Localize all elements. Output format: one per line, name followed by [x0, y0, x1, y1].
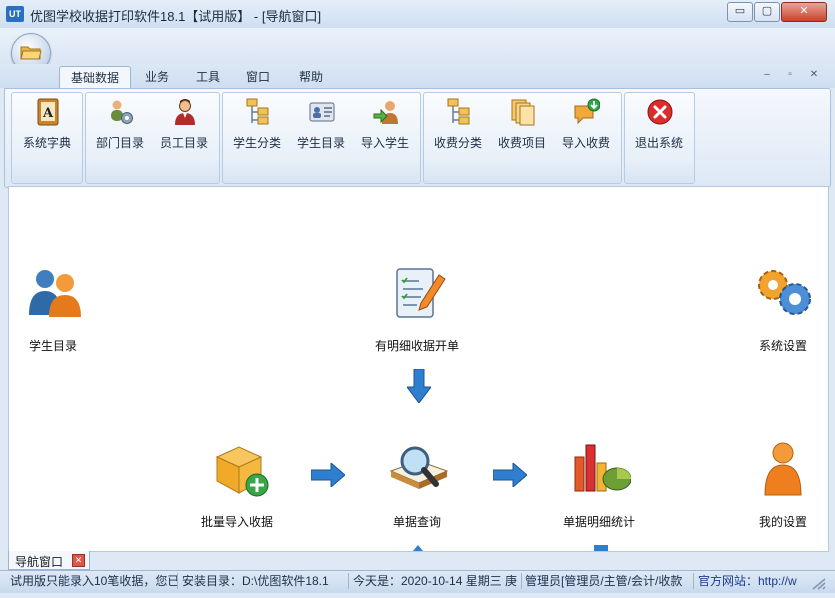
- fee-item-icon: [511, 99, 535, 126]
- status-user: 管理员[管理员/主管/会计/收款: [523, 573, 694, 589]
- tab-window[interactable]: 窗口: [238, 66, 278, 88]
- import-fee-icon: [574, 98, 600, 125]
- box-add-icon: [215, 446, 269, 497]
- import-students-button[interactable]: 导入学生: [354, 96, 416, 156]
- nav-label: 我的设置: [759, 515, 808, 529]
- tab-tools[interactable]: 工具: [188, 66, 228, 88]
- open-folder-icon: [20, 46, 42, 60]
- button-label: 系统字典: [22, 136, 71, 150]
- status-install-dir: 安装目录：D:\优图软件18.1: [180, 573, 349, 589]
- tab-basic-data[interactable]: 基础数据: [59, 66, 131, 89]
- department-icon: [111, 100, 133, 124]
- flow-arrow-up-icon: [413, 545, 423, 551]
- system-dictionary-button[interactable]: A 系统字典: [16, 96, 78, 156]
- flow-arrow-down-icon: [407, 369, 431, 403]
- import-student-icon: [373, 101, 398, 124]
- app-icon: UT: [6, 6, 24, 22]
- employee-icon: [175, 99, 195, 125]
- chart-icon: [574, 444, 631, 492]
- exit-icon: [647, 99, 673, 125]
- nav-my-settings[interactable]: 我的设置: [751, 439, 815, 531]
- window-title: 优图学校收据打印软件18.1【试用版】 - [导航窗口]: [30, 9, 322, 24]
- student-category-button[interactable]: 学生分类: [226, 96, 288, 156]
- nav-label: 有明细收据开单: [375, 339, 460, 353]
- form-edit-icon: [396, 268, 446, 318]
- tab-business[interactable]: 业务: [137, 66, 177, 88]
- nav-batch-import-receipts[interactable]: 批量导入收据: [195, 439, 295, 531]
- fee-category-icon: [447, 98, 470, 125]
- person-icon: [764, 442, 802, 496]
- button-label: 部门目录: [95, 136, 144, 150]
- tab-help[interactable]: 帮助: [289, 66, 333, 88]
- resize-grip-icon[interactable]: [810, 576, 826, 590]
- fee-category-button[interactable]: 收费分类: [427, 96, 489, 156]
- button-label: 收费项目: [497, 136, 546, 150]
- document-tab-label: 导航窗口: [15, 555, 64, 569]
- dictionary-icon: A: [37, 98, 59, 126]
- document-tab-navigation[interactable]: 导航窗口 ✕: [8, 551, 90, 570]
- nav-label: 批量导入收据: [201, 515, 274, 529]
- status-today: 今天是：2020-10-14 星期三 庚: [351, 573, 522, 589]
- status-website[interactable]: 官方网站：http://w: [696, 573, 806, 589]
- nav-label: 单据明细统计: [563, 515, 636, 529]
- button-label: 员工目录: [159, 136, 208, 150]
- magnifier-book-icon: [389, 446, 449, 489]
- nav-student-list[interactable]: 学生目录: [21, 263, 86, 353]
- import-fees-button[interactable]: 导入收费: [555, 96, 617, 156]
- button-label: 学生目录: [296, 136, 345, 150]
- nav-receipt-query[interactable]: 单据查询: [379, 439, 459, 531]
- tab-close-icon[interactable]: ✕: [72, 554, 85, 567]
- quick-access-bar: [0, 28, 835, 64]
- button-label: 导入收费: [561, 136, 610, 150]
- button-label: 退出系统: [634, 136, 683, 150]
- svg-text:A: A: [42, 106, 54, 121]
- people-icon: [29, 270, 81, 317]
- nav-label: 系统设置: [759, 339, 808, 353]
- mdi-restore-button[interactable]: ▫: [783, 69, 797, 80]
- exit-system-button[interactable]: 退出系统: [628, 96, 690, 156]
- nav-detailed-receipt[interactable]: 有明细收据开单: [369, 261, 469, 353]
- button-label: 学生分类: [232, 136, 281, 150]
- flow-arrow-up-icon: [594, 545, 608, 551]
- student-list-button[interactable]: 学生目录: [290, 96, 352, 156]
- nav-label: 学生目录: [29, 339, 78, 353]
- minimize-button[interactable]: ▭: [727, 2, 753, 22]
- flow-arrow-right-icon: [311, 463, 345, 487]
- nav-receipt-detail-statistics[interactable]: 单据明细统计: [559, 439, 659, 531]
- maximize-button[interactable]: ▢: [754, 2, 780, 22]
- employee-list-button[interactable]: 员工目录: [153, 96, 215, 156]
- department-list-button[interactable]: 部门目录: [89, 96, 151, 156]
- fee-items-button[interactable]: 收费项目: [491, 96, 553, 156]
- flow-arrow-right-icon: [493, 463, 527, 487]
- button-label: 收费分类: [433, 136, 482, 150]
- nav-system-settings[interactable]: 系统设置: [749, 263, 815, 353]
- student-card-icon: [309, 102, 335, 122]
- mdi-minimize-button[interactable]: –: [760, 69, 774, 80]
- button-label: 导入学生: [360, 136, 409, 150]
- student-category-icon: [246, 98, 269, 125]
- nav-label: 单据查询: [393, 515, 442, 529]
- close-button[interactable]: ✕: [781, 2, 827, 22]
- mdi-close-button[interactable]: ✕: [807, 69, 821, 80]
- status-trial-notice: 试用版只能录入10笔收据，您已: [10, 573, 178, 589]
- gears-icon: [758, 270, 811, 315]
- navigation-panel: 学生目录 有明细收据开单 系统设置 批量导入收据 单据查询 单据明细统计 我的设…: [8, 186, 829, 552]
